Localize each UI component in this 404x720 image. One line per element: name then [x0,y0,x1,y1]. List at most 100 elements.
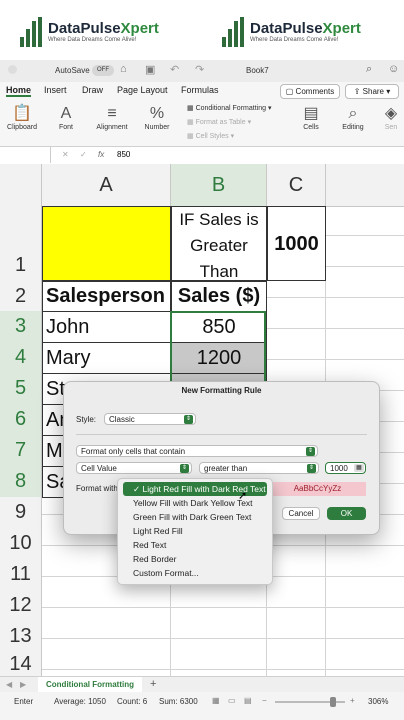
brand-tagline: Where Data Dreams Come Alive! [250,37,339,43]
zoom-in-icon[interactable]: + [350,696,355,705]
branding-header: DataPulseXpert Where Data Dreams Come Al… [0,0,404,60]
row-header-4[interactable]: 4 [0,342,42,373]
tab-draw[interactable]: Draw [82,85,103,95]
chart-logo-icon [222,17,244,47]
dropdown-item-custom-format[interactable]: Custom Format... [123,566,267,580]
number-group[interactable]: % Number [140,104,174,131]
column-header-b[interactable]: B [171,164,267,208]
condition-field-select[interactable]: Cell Value ⇕ [76,462,192,474]
style-value: Classic [109,415,135,424]
dropdown-item-red-border[interactable]: Red Border [123,552,267,566]
row-header-12[interactable]: 12 [0,590,42,621]
column-header-d[interactable] [326,164,404,207]
cells-group[interactable]: ▤ Cells [296,104,326,131]
save-icon[interactable]: ▣ [145,63,155,76]
page-layout-view-icon[interactable]: ▭ [228,696,236,705]
search-icon: ⌕ [348,105,358,122]
tab-home[interactable]: Home [6,85,32,97]
align-icon: ≡ [107,105,117,122]
zoom-slider-handle[interactable] [330,697,336,707]
share-button[interactable]: ⇪ Share ▾ [345,84,399,99]
column-header-a[interactable]: A [42,164,171,207]
operator-select[interactable]: greater than ⇕ [199,462,319,474]
status-count: Count: 6 [117,697,148,706]
font-icon: A [60,105,72,122]
workbook-title: Book7 [246,66,269,75]
row-header-9[interactable]: 9 [0,497,42,528]
cell-a1[interactable] [42,206,171,281]
row-header-8[interactable]: 8 [0,466,42,497]
normal-view-icon[interactable]: ▦ [212,696,220,705]
chevron-updown-icon: ⇕ [184,415,193,424]
shield-icon: ◈ [384,105,398,122]
confirm-icon[interactable]: ✓ [80,150,87,159]
page-break-view-icon[interactable]: ▤ [244,696,252,705]
clipboard-icon: 📋 [12,105,32,122]
row-header-5[interactable]: 5 [0,373,42,404]
row-header-14[interactable]: 14 [0,652,42,676]
cell-a4[interactable]: Mary [42,342,171,374]
format-with-dropdown: ✓ Light Red Fill with Dark Red Text Yell… [117,478,273,585]
editing-label: Editing [342,124,364,131]
cell-b2[interactable]: Sales ($) [171,281,267,312]
ribbon: 📋 Clipboard A Font ≡ Alignment % Number … [0,100,404,147]
brand-logo-left: DataPulseXpert Where Data Dreams Come Al… [20,14,159,50]
prev-sheet-icon[interactable]: ◀ [6,680,12,689]
tab-insert[interactable]: Insert [44,85,67,95]
dialog-title: New Formatting Rule [181,386,262,395]
row-header-3[interactable]: 3 [0,311,42,342]
zoom-out-icon[interactable]: − [262,696,267,705]
rule-type-select[interactable]: Format only cells that contain ⇕ [76,445,318,457]
conditional-formatting-button[interactable]: ▦ Conditional Formatting ▾ [187,104,271,112]
cell-styles-button[interactable]: ▦ Cell Styles ▾ [187,132,234,140]
sensitivity-group[interactable]: ◈ Sen [378,104,404,131]
comments-button[interactable]: ▢ Comments [280,84,340,99]
search-icon[interactable]: ⌕ [366,63,372,76]
add-sheet-icon[interactable]: + [150,678,156,690]
range-picker-icon[interactable]: ▦ [354,464,364,472]
font-label: Font [58,124,73,131]
profile-icon[interactable]: ☺ [388,63,399,75]
threshold-input[interactable]: 1000 ▦ [325,462,366,474]
tab-formulas[interactable]: Formulas [181,85,219,95]
row-header-1[interactable]: 1 [0,206,42,281]
chevron-updown-icon: ⇕ [307,464,316,473]
style-select[interactable]: Classic ⇕ [104,413,196,425]
undo-icon[interactable]: ↶ [170,63,179,76]
row-header-6[interactable]: 6 [0,404,42,435]
row-header-7[interactable]: 7 [0,435,42,466]
tab-page-layout[interactable]: Page Layout [117,85,168,95]
ok-button[interactable]: OK [327,507,366,520]
dropdown-item-red-text[interactable]: Red Text [123,538,267,552]
row-header-10[interactable]: 10 [0,528,42,559]
format-as-table-button[interactable]: ▦ Format as Table ▾ [187,118,251,126]
alignment-group[interactable]: ≡ Alignment [92,104,132,131]
cancel-button[interactable]: Cancel [282,507,320,520]
next-sheet-icon[interactable]: ▶ [20,680,26,689]
cell-b1[interactable]: IF Sales is Greater Than [171,206,267,281]
row-header-2[interactable]: 2 [0,281,42,311]
cell-a3[interactable]: John [42,311,171,343]
select-all-corner[interactable] [0,164,42,207]
formula-input[interactable]: 850 [117,150,130,159]
editing-group[interactable]: ⌕ Editing [338,104,368,131]
font-group[interactable]: A Font [50,104,82,131]
dropdown-item-light-red-fill[interactable]: Light Red Fill [123,524,267,538]
sheet-tab-bar: ◀ ▶ Conditional Formatting + [0,676,404,694]
name-box[interactable] [0,147,51,163]
window-dot[interactable] [8,65,17,74]
clipboard-group[interactable]: 📋 Clipboard [4,104,40,131]
home-icon[interactable]: ⌂ [120,63,127,75]
cell-c1[interactable]: 1000 [267,206,326,281]
row-header-13[interactable]: 13 [0,621,42,652]
row-header-11[interactable]: 11 [0,559,42,590]
brand-name: DataPulseXpert [250,20,361,37]
autosave-toggle[interactable]: OFF [92,65,114,76]
cancel-icon[interactable]: ✕ [62,150,69,159]
column-header-c[interactable]: C [267,164,326,207]
dropdown-item-green-fill[interactable]: Green Fill with Dark Green Text [123,510,267,524]
cell-a2[interactable]: Salesperson [42,281,171,312]
redo-icon[interactable]: ↷ [195,63,204,76]
ribbon-tabs: Home Insert Draw Page Layout Formulas ▢ … [0,82,404,100]
zoom-level: 306% [368,697,389,706]
